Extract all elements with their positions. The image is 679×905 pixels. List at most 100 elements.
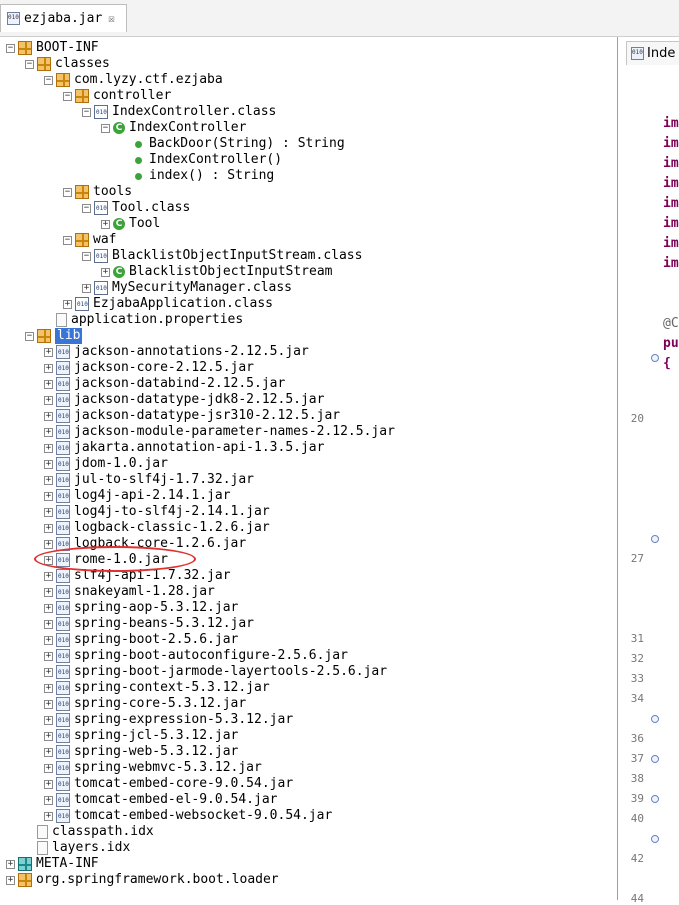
tree-node[interactable]: + org.springframework.boot.loader <box>6 872 279 888</box>
tree-node[interactable]: − IndexController.class <box>82 104 276 120</box>
tree-node[interactable]: + tomcat-embed-el-9.0.54.jar <box>44 792 278 808</box>
tree-node[interactable]: + jackson-annotations-2.12.5.jar <box>44 344 309 360</box>
expand-icon[interactable]: + <box>44 427 53 437</box>
collapse-icon[interactable]: − <box>25 59 34 69</box>
tree-node[interactable]: + spring-web-5.3.12.jar <box>44 744 238 760</box>
collapse-icon[interactable]: − <box>82 251 91 261</box>
expand-icon[interactable]: + <box>44 507 53 517</box>
expand-icon[interactable]: + <box>44 715 53 725</box>
expand-icon[interactable]: + <box>44 379 53 389</box>
tree-node[interactable]: + jackson-datatype-jsr310-2.12.5.jar <box>44 408 340 424</box>
tree-node[interactable]: − controller <box>63 88 171 104</box>
tree-node[interactable]: + spring-aop-5.3.12.jar <box>44 600 238 616</box>
tree-node[interactable]: + spring-context-5.3.12.jar <box>44 680 270 696</box>
tree-node[interactable]: + jul-to-slf4j-1.7.32.jar <box>44 472 254 488</box>
tree-node[interactable]: + spring-boot-2.5.6.jar <box>44 632 238 648</box>
expand-icon[interactable]: + <box>44 779 53 789</box>
tab-ezjaba-jar[interactable]: ezjaba.jar ☒ <box>0 4 127 32</box>
tree-node[interactable]: + jdom-1.0.jar <box>44 456 168 472</box>
fold-toggle-icon[interactable] <box>651 354 659 362</box>
expand-icon[interactable]: + <box>44 651 53 661</box>
tree-node[interactable]: − IndexController <box>101 120 246 136</box>
expand-icon[interactable]: + <box>44 347 53 357</box>
tree-node[interactable]: + jackson-datatype-jdk8-2.12.5.jar <box>44 392 324 408</box>
fold-toggle-icon[interactable] <box>651 755 659 763</box>
collapse-icon[interactable]: − <box>6 43 15 53</box>
tree-node[interactable]: − classes <box>25 56 110 72</box>
tree-node[interactable]: index() : String <box>120 168 274 184</box>
expand-icon[interactable]: + <box>6 875 15 885</box>
collapse-icon[interactable]: − <box>63 187 72 197</box>
tree-node[interactable]: layers.idx <box>25 840 130 856</box>
tree-node[interactable]: + spring-boot-jarmode-layertools-2.5.6.ja… <box>44 664 387 680</box>
expand-icon[interactable]: + <box>82 283 91 293</box>
tree-node[interactable]: application.properties <box>44 312 243 328</box>
fold-toggle-icon[interactable] <box>651 795 659 803</box>
tree-node[interactable]: + BlacklistObjectInputStream <box>101 264 333 280</box>
expand-icon[interactable]: + <box>44 523 53 533</box>
tree-node[interactable]: − BlacklistObjectInputStream.class <box>82 248 362 264</box>
collapse-icon[interactable]: − <box>25 331 34 341</box>
tree-node[interactable]: IndexController() <box>120 152 282 168</box>
collapse-icon[interactable]: − <box>82 203 91 213</box>
expand-icon[interactable]: + <box>44 475 53 485</box>
expand-icon[interactable]: + <box>44 571 53 581</box>
expand-icon[interactable]: + <box>44 763 53 773</box>
tree-node[interactable]: + jackson-module-parameter-names-2.12.5.j… <box>44 424 395 440</box>
expand-icon[interactable]: + <box>44 811 53 821</box>
expand-icon[interactable]: + <box>44 635 53 645</box>
expand-icon[interactable]: + <box>63 299 72 309</box>
tree-node[interactable]: + EzjabaApplication.class <box>63 296 273 312</box>
tree-node[interactable]: + snakeyaml-1.28.jar <box>44 584 215 600</box>
collapse-icon[interactable]: − <box>63 235 72 245</box>
expand-icon[interactable]: + <box>44 539 53 549</box>
expand-icon[interactable]: + <box>6 859 15 869</box>
tree-node[interactable]: − lib <box>25 328 83 344</box>
tree-node[interactable]: + logback-classic-1.2.6.jar <box>44 520 270 536</box>
tree-node[interactable]: − tools <box>63 184 132 200</box>
expand-icon[interactable]: + <box>44 459 53 469</box>
collapse-icon[interactable]: − <box>101 123 110 133</box>
tree-node[interactable]: + log4j-api-2.14.1.jar <box>44 488 231 504</box>
tree-node[interactable]: − Tool.class <box>82 200 190 216</box>
collapse-icon[interactable]: − <box>44 75 53 85</box>
expand-icon[interactable]: + <box>44 667 53 677</box>
tree-node[interactable]: BackDoor(String) : String <box>120 136 345 152</box>
expand-icon[interactable]: + <box>101 219 110 229</box>
expand-icon[interactable]: + <box>44 747 53 757</box>
expand-icon[interactable]: + <box>44 795 53 805</box>
tree-node[interactable]: + spring-expression-5.3.12.jar <box>44 712 293 728</box>
fold-toggle-icon[interactable] <box>651 835 659 843</box>
close-icon[interactable]: ☒ <box>108 12 115 25</box>
tree-node[interactable]: classpath.idx <box>25 824 154 840</box>
tree-node[interactable]: + spring-webmvc-5.3.12.jar <box>44 760 262 776</box>
tree-node[interactable]: + Tool <box>101 216 160 232</box>
expand-icon[interactable]: + <box>101 267 110 277</box>
collapse-icon[interactable]: − <box>63 91 72 101</box>
expand-icon[interactable]: + <box>44 363 53 373</box>
tree-node[interactable]: + MySecurityManager.class <box>82 280 292 296</box>
tree-node[interactable]: + logback-core-1.2.6.jar <box>44 536 246 552</box>
tree-node[interactable]: + spring-beans-5.3.12.jar <box>44 616 254 632</box>
expand-icon[interactable]: + <box>44 683 53 693</box>
tree-node[interactable]: + jackson-core-2.12.5.jar <box>44 360 254 376</box>
tab-index-controller[interactable]: Inde <box>626 41 679 65</box>
collapse-icon[interactable]: − <box>82 107 91 117</box>
tree-node[interactable]: + META-INF <box>6 856 99 872</box>
expand-icon[interactable]: + <box>44 395 53 405</box>
expand-icon[interactable]: + <box>44 443 53 453</box>
tree-node[interactable]: + spring-jcl-5.3.12.jar <box>44 728 238 744</box>
expand-icon[interactable]: + <box>44 555 53 565</box>
tree-node[interactable]: + rome-1.0.jar <box>44 552 168 568</box>
tree-node[interactable]: + slf4j-api-1.7.32.jar <box>44 568 231 584</box>
tree-node[interactable]: + jakarta.annotation-api-1.3.5.jar <box>44 440 324 456</box>
expand-icon[interactable]: + <box>44 731 53 741</box>
tree-node[interactable]: + log4j-to-slf4j-2.14.1.jar <box>44 504 270 520</box>
tree-node[interactable]: + spring-core-5.3.12.jar <box>44 696 246 712</box>
tree-node[interactable]: − com.lyzy.ctf.ezjaba <box>44 72 223 88</box>
fold-toggle-icon[interactable] <box>651 535 659 543</box>
tree-node[interactable]: + spring-boot-autoconfigure-2.5.6.jar <box>44 648 348 664</box>
expand-icon[interactable]: + <box>44 603 53 613</box>
tree-node[interactable]: + tomcat-embed-websocket-9.0.54.jar <box>44 808 332 824</box>
expand-icon[interactable]: + <box>44 411 53 421</box>
